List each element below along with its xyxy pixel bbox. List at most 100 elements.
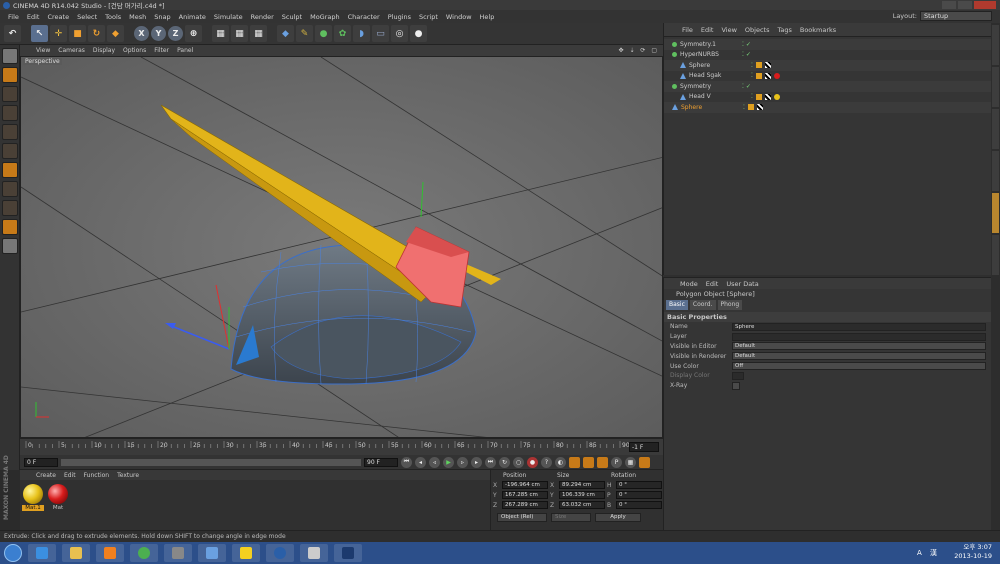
object-menu-edit[interactable]: Edit xyxy=(697,26,718,34)
timeline-ruler[interactable]: 0 5 10 15 20 25 30 35 40 45 50 55 60 65 70 75 80 85 90 -1 … xyxy=(20,438,663,455)
phong-tag-icon[interactable] xyxy=(755,72,762,79)
visibility-check-icon[interactable]: ⁚ ✓ xyxy=(742,83,751,90)
recent-tools-icon[interactable]: ◆ xyxy=(107,25,124,42)
start-button[interactable] xyxy=(4,544,22,562)
key-param-icon[interactable]: P xyxy=(611,456,622,468)
taskbar-kakaotalk[interactable] xyxy=(232,544,260,562)
rotate-icon[interactable]: ↻ xyxy=(88,25,105,42)
make-editable-icon[interactable] xyxy=(2,48,18,64)
viewport-menu-options[interactable]: Options xyxy=(119,47,150,54)
side-tab-content-browser[interactable] xyxy=(992,67,999,107)
visible-in-renderer-dropdown[interactable]: Default xyxy=(732,352,986,361)
render-view-icon[interactable]: ▦ xyxy=(212,25,229,42)
timeline-menu-icon[interactable] xyxy=(639,456,650,468)
tab-basic[interactable]: Basic xyxy=(666,300,688,310)
snap-icon[interactable] xyxy=(2,219,18,235)
visibility-check-icon[interactable]: ⁚ xyxy=(751,62,753,69)
play-icon[interactable]: ▶ xyxy=(443,456,454,468)
goto-start-icon[interactable]: ⏮ xyxy=(401,456,412,468)
move-icon[interactable]: ✛ xyxy=(50,25,67,42)
coordinate-system-icon[interactable]: ⊕ xyxy=(185,25,202,42)
taskbar-app[interactable] xyxy=(164,544,192,562)
live-selection-icon[interactable]: ↖ xyxy=(31,25,48,42)
z-axis-lock-button[interactable]: Z xyxy=(168,26,183,41)
motion-record-icon[interactable]: ◐ xyxy=(555,456,566,468)
attribute-menu-mode[interactable]: Mode xyxy=(676,280,702,288)
attribute-menu-edit[interactable]: Edit xyxy=(702,280,723,288)
menu-mesh[interactable]: Mesh xyxy=(125,13,150,21)
visibility-check-icon[interactable]: ⁚ xyxy=(751,72,753,79)
material-menu-create[interactable]: Create xyxy=(32,472,60,479)
texture-tag-icon[interactable] xyxy=(764,62,771,69)
size-y-field[interactable]: 106.339 cm xyxy=(559,491,605,499)
taskbar-notes[interactable] xyxy=(300,544,328,562)
visibility-check-icon[interactable]: ⁚ ✓ xyxy=(742,51,751,58)
side-tab-objects[interactable] xyxy=(992,25,999,65)
layer-field[interactable] xyxy=(732,332,986,341)
viewport-menu-filter[interactable]: Filter xyxy=(150,47,173,54)
viewport-menu-panel[interactable]: Panel xyxy=(173,47,197,54)
material-menu-texture[interactable]: Texture xyxy=(113,472,143,479)
x-axis-lock-button[interactable]: X xyxy=(134,26,149,41)
next-frame-icon[interactable]: ▹ xyxy=(457,456,468,468)
visible-in-editor-dropdown[interactable]: Default xyxy=(732,342,986,351)
pen-spline-icon[interactable]: ✎ xyxy=(296,25,313,42)
layout-dropdown[interactable]: Startup xyxy=(920,11,992,21)
frame-range-slider[interactable] xyxy=(61,458,361,466)
object-row[interactable]: Symmetry ⁚ ✓ xyxy=(664,81,991,92)
attribute-menu-userdata[interactable]: User Data xyxy=(722,280,762,288)
cube-icon[interactable]: ◆ xyxy=(277,25,294,42)
menu-edit[interactable]: Edit xyxy=(23,13,44,21)
object-row[interactable]: Sphere ⁚ xyxy=(664,60,991,71)
perspective-viewport[interactable]: Perspective xyxy=(20,56,663,438)
visibility-check-icon[interactable]: ⁚ xyxy=(743,104,745,111)
object-menu-tags[interactable]: Tags xyxy=(773,26,795,34)
menu-select[interactable]: Select xyxy=(73,13,101,21)
key-position-icon[interactable] xyxy=(569,456,580,468)
size-z-field[interactable]: 63.032 cm xyxy=(559,501,605,509)
key-rotation-icon[interactable] xyxy=(597,456,608,468)
rotation-p-field[interactable]: 0 ° xyxy=(616,491,662,499)
viewport-menu-display[interactable]: Display xyxy=(89,47,119,54)
object-row[interactable]: Sphere ⁚ xyxy=(664,102,991,113)
material-tag-icon[interactable] xyxy=(773,72,780,79)
menu-window[interactable]: Window xyxy=(442,13,476,21)
taskbar-window[interactable] xyxy=(198,544,226,562)
viewport-menu-view[interactable]: View xyxy=(32,47,54,54)
next-key-icon[interactable]: ▸ xyxy=(471,456,482,468)
model-mode-icon[interactable] xyxy=(2,67,18,83)
rotation-h-field[interactable]: 0 ° xyxy=(616,481,662,489)
menu-mograph[interactable]: MoGraph xyxy=(306,13,344,21)
apply-button[interactable]: Apply xyxy=(595,513,641,522)
material-tag-icon[interactable] xyxy=(773,93,780,100)
deformer-icon[interactable]: ◗ xyxy=(353,25,370,42)
visibility-check-icon[interactable]: ⁚ ✓ xyxy=(742,41,751,48)
object-menu-objects[interactable]: Objects xyxy=(741,26,774,34)
side-tab-structure[interactable] xyxy=(992,109,999,149)
object-row[interactable]: HyperNURBS ⁚ ✓ xyxy=(664,50,991,61)
object-row[interactable]: Head V ⁚ xyxy=(664,92,991,103)
max-frame-field[interactable]: 90 F xyxy=(364,457,398,467)
ime-indicator[interactable]: A 漢 xyxy=(917,549,940,557)
taskbar-photoshop[interactable] xyxy=(334,544,362,562)
menu-sculpt[interactable]: Sculpt xyxy=(278,13,306,21)
texture-tag-icon[interactable] xyxy=(764,72,771,79)
maximize-button[interactable] xyxy=(958,1,972,9)
prev-frame-icon[interactable]: ◃ xyxy=(429,456,440,468)
array-icon[interactable]: ✿ xyxy=(334,25,351,42)
menu-character[interactable]: Character xyxy=(344,13,384,21)
phong-tag-icon[interactable] xyxy=(747,104,754,111)
taskbar-media-player[interactable] xyxy=(96,544,124,562)
object-menu-view[interactable]: View xyxy=(717,26,740,34)
y-axis-lock-button[interactable]: Y xyxy=(151,26,166,41)
taskbar-explorer[interactable] xyxy=(62,544,90,562)
close-button[interactable] xyxy=(974,1,996,9)
use-color-dropdown[interactable]: Off xyxy=(732,362,986,371)
workplane-mode-icon[interactable] xyxy=(2,105,18,121)
axis-mode-icon[interactable] xyxy=(2,181,18,197)
edges-mode-icon[interactable] xyxy=(2,143,18,159)
menu-simulate[interactable]: Simulate xyxy=(210,13,247,21)
rotation-b-field[interactable]: 0 ° xyxy=(616,501,662,509)
phong-tag-icon[interactable] xyxy=(755,93,762,100)
menu-animate[interactable]: Animate xyxy=(175,13,210,21)
